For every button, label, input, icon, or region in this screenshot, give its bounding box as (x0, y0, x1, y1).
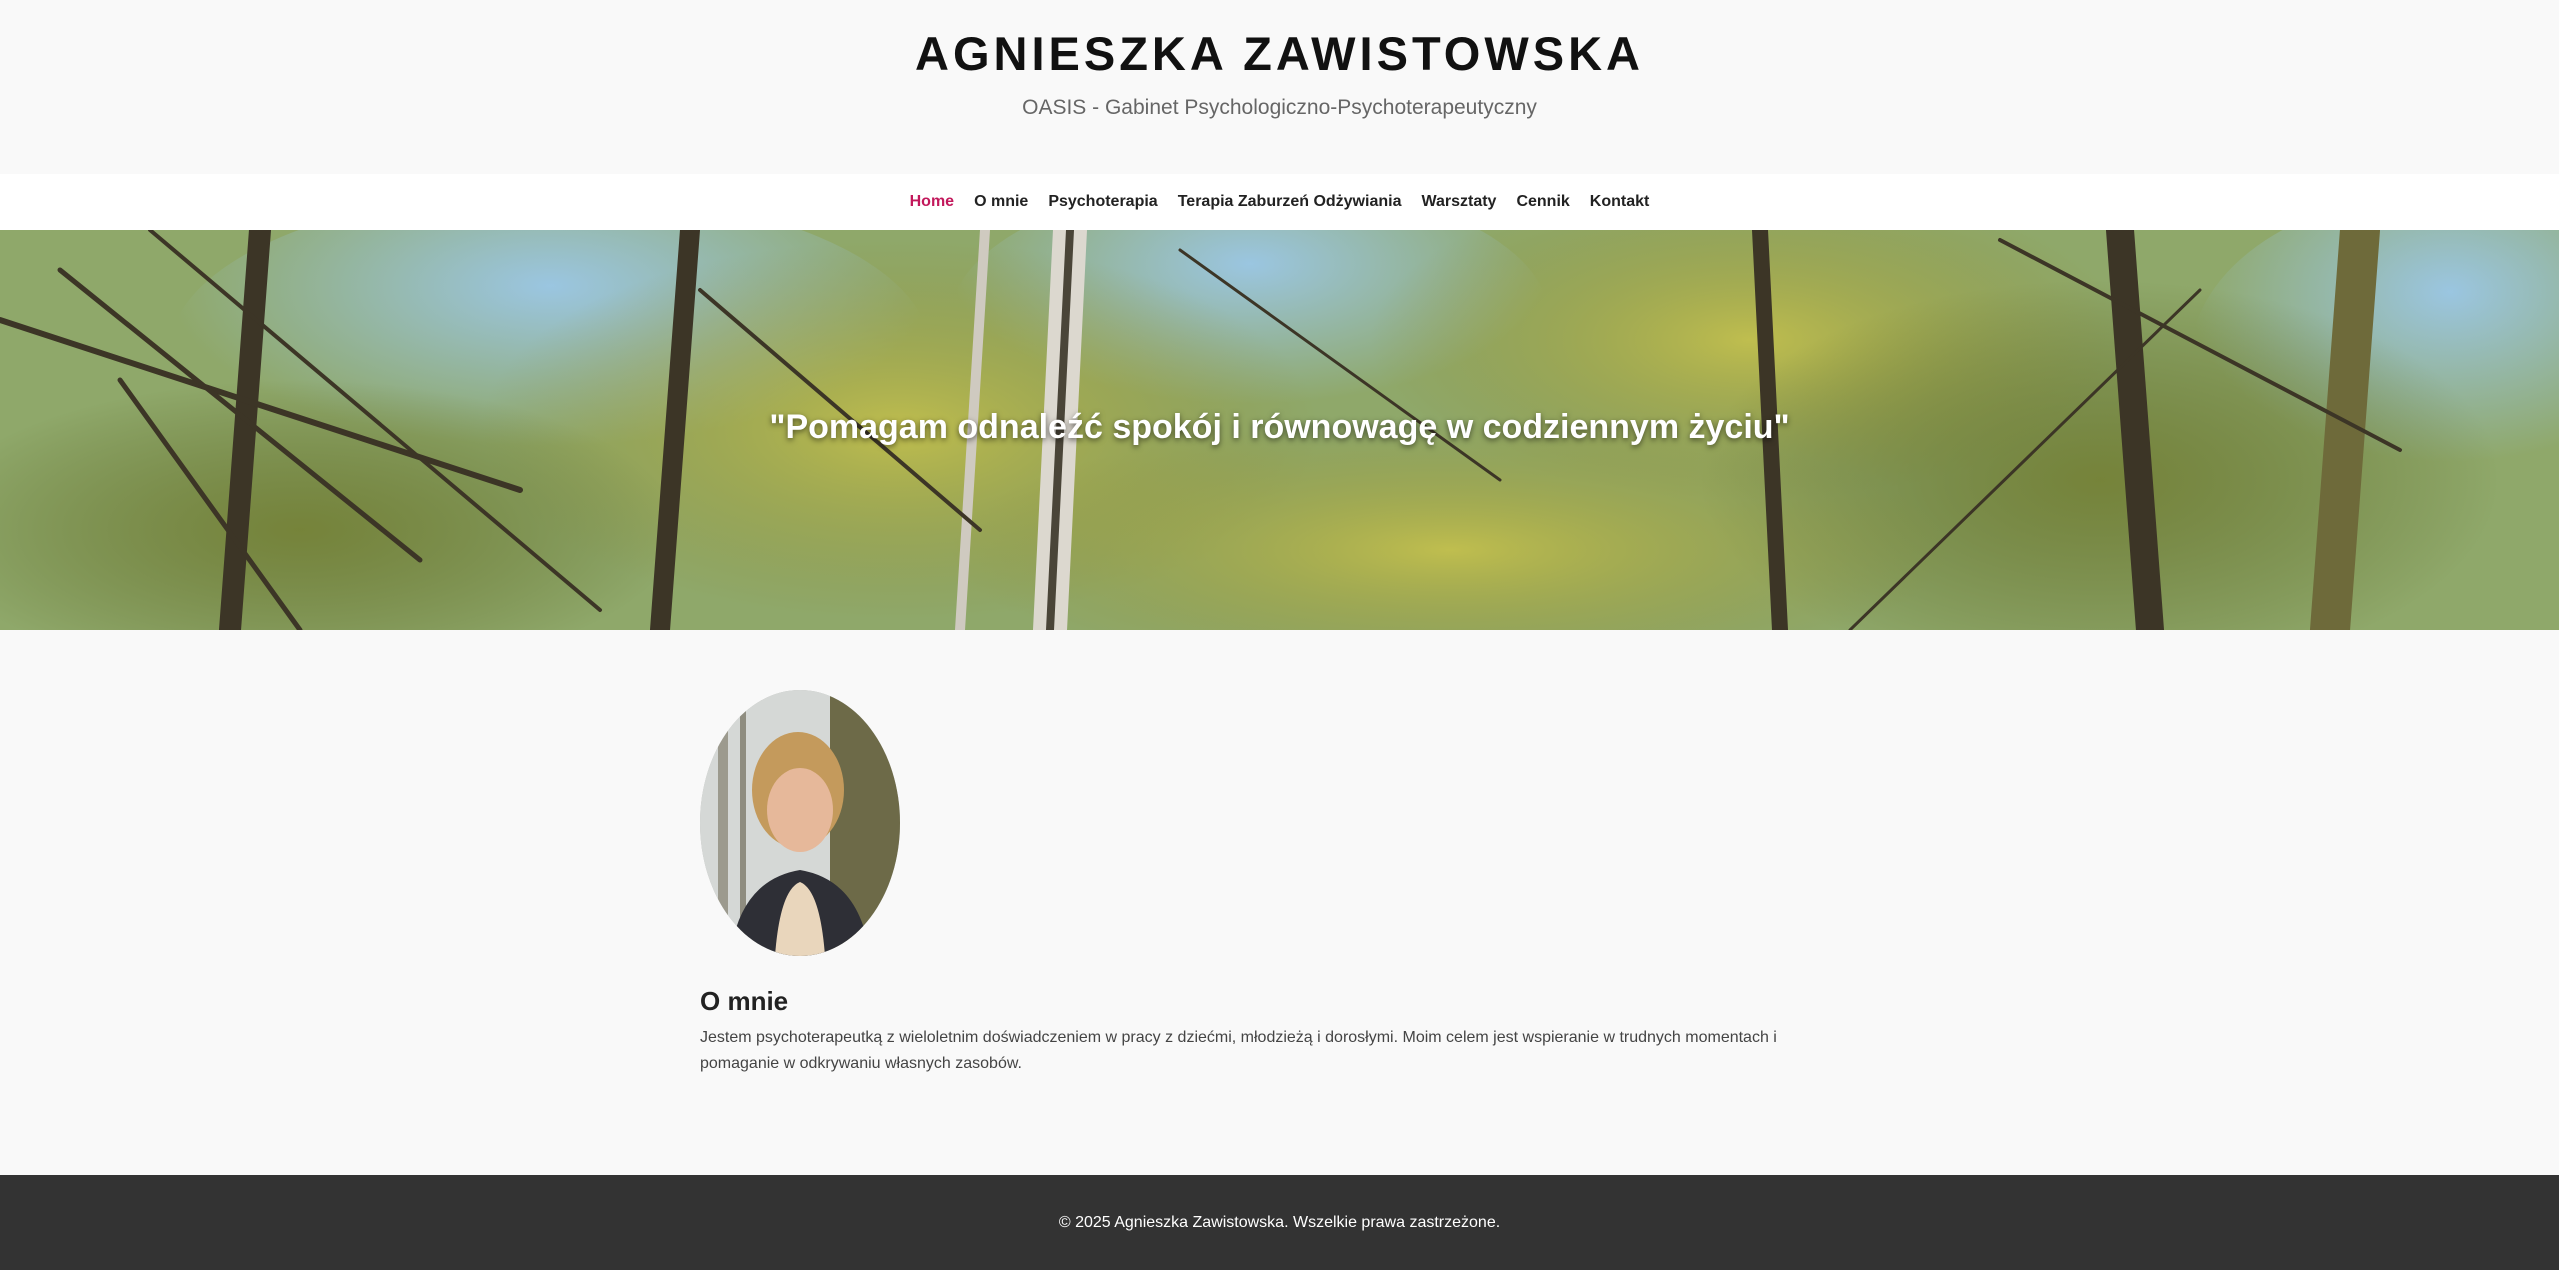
site-header: AGNIESZKA ZAWISTOWSKA OASIS - Gabinet Ps… (0, 0, 2559, 174)
nav-item-o-mnie[interactable]: O mnie (974, 193, 1028, 211)
site-title: AGNIESZKA ZAWISTOWSKA (915, 27, 1644, 80)
main-nav: Home O mnie Psychoterapia Terapia Zaburz… (0, 174, 2559, 230)
profile-photo (700, 690, 900, 956)
hero-quote: "Pomagam odnaleźć spokój i równowagę w c… (769, 408, 1790, 446)
site-footer: © 2025 Agnieszka Zawistowska. Wszelkie p… (0, 1175, 2559, 1270)
hero-banner: "Pomagam odnaleźć spokój i równowagę w c… (0, 230, 2559, 630)
nav-item-warsztaty[interactable]: Warsztaty (1421, 193, 1496, 211)
nav-item-terapia-zaburzen[interactable]: Terapia Zaburzeń Odżywiania (1178, 193, 1402, 211)
nav-item-psychoterapia[interactable]: Psychoterapia (1048, 193, 1157, 211)
portrait-image (700, 690, 900, 956)
nav-item-kontakt[interactable]: Kontakt (1590, 193, 1650, 211)
about-text: Jestem psychoterapeutką z wieloletnim do… (700, 1029, 1777, 1072)
about-heading: O mnie (700, 986, 789, 1016)
site-subtitle: OASIS - Gabinet Psychologiczno-Psychoter… (1022, 96, 1537, 119)
about-section: O mnie Jestem psychoterapeutką z wielole… (700, 690, 1820, 1077)
copyright-text: © 2025 Agnieszka Zawistowska. Wszelkie p… (1058, 1213, 1501, 1231)
nav-item-cennik[interactable]: Cennik (1516, 193, 1569, 211)
nav-item-home[interactable]: Home (910, 193, 954, 211)
